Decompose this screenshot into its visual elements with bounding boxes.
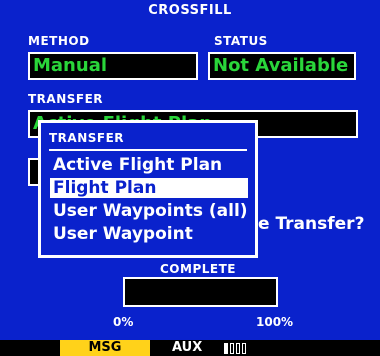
method-label: METHOD (28, 34, 90, 48)
popup-item-user-waypoints-all[interactable]: User Waypoints (all) (50, 201, 248, 221)
page-indicator-box (242, 343, 246, 354)
progress-max-label: 100% (256, 315, 294, 329)
popup-divider (49, 149, 247, 151)
page-indicator-box (230, 343, 234, 354)
page-indicator-box (224, 343, 228, 354)
transfer-popup: TRANSFER Active Flight Plan Flight Plan … (38, 120, 258, 258)
method-field[interactable]: Manual (28, 52, 198, 80)
transfer-label: TRANSFER (28, 92, 104, 106)
msg-annunciator[interactable]: MSG (60, 340, 150, 356)
crossfill-screen: CROSSFILL METHOD Manual STATUS Not Avail… (0, 0, 380, 356)
progress-bar (123, 277, 278, 307)
page-title: CROSSFILL (148, 3, 232, 18)
progress-label: COMPLETE (160, 262, 236, 276)
status-label: STATUS (214, 34, 268, 48)
popup-item-flight-plan[interactable]: Flight Plan (50, 178, 248, 198)
status-field: Not Available (208, 52, 356, 80)
transfer-prompt: e Transfer? (258, 214, 365, 234)
status-bar: MSG AUX (0, 340, 380, 356)
popup-item-active-flight-plan[interactable]: Active Flight Plan (50, 155, 222, 175)
page-indicator-box (236, 343, 240, 354)
popup-item-user-waypoint[interactable]: User Waypoint (50, 224, 193, 244)
aux-page-group: AUX (172, 340, 203, 355)
progress-min-label: 0% (113, 315, 134, 329)
popup-title: TRANSFER (49, 131, 125, 145)
